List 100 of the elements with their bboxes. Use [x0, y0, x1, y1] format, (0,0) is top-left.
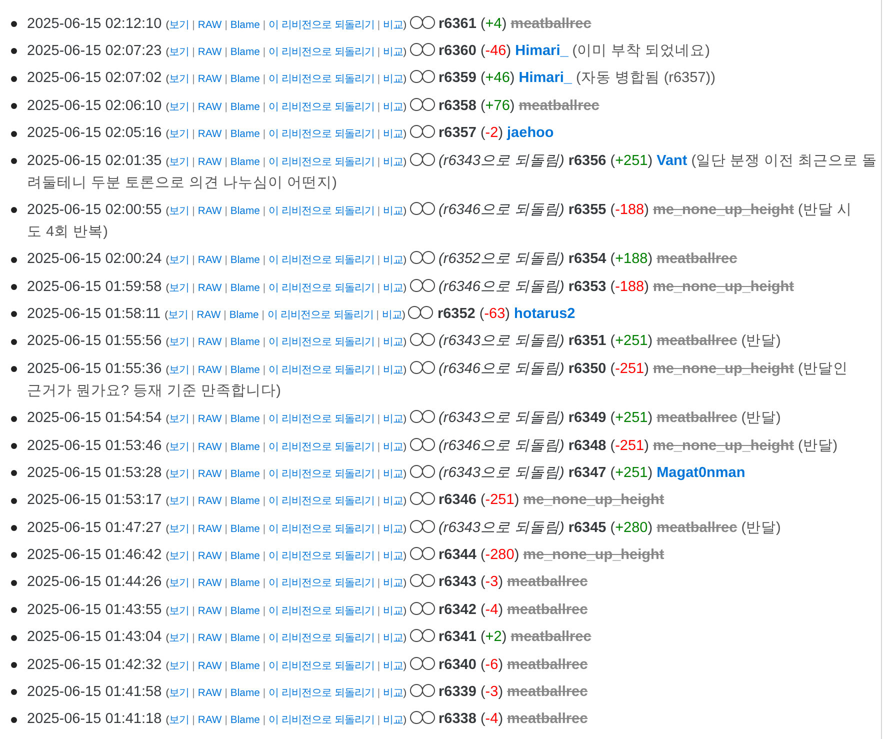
compare-radio[interactable] [410, 711, 423, 724]
revision-action-link[interactable]: 이 리비전으로 되돌리기 [268, 206, 374, 217]
revision-action-link[interactable]: RAW [198, 74, 222, 86]
revision-action-link[interactable]: 이 리비전으로 되돌리기 [268, 282, 374, 294]
revision-action-link[interactable]: 비교 [383, 660, 404, 672]
revision-action-link[interactable]: 이 리비전으로 되돌리기 [268, 633, 374, 644]
revision-action-link[interactable]: 이 리비전으로 되돌리기 [268, 524, 374, 535]
compare-radio[interactable] [410, 492, 423, 506]
revision-action-link[interactable]: 비교 [383, 715, 404, 726]
revision-action-link[interactable]: RAW [198, 496, 222, 508]
compare-radio[interactable] [410, 70, 423, 84]
compare-radio[interactable] [422, 360, 435, 374]
revision-action-link[interactable]: RAW [198, 282, 222, 294]
compare-radio[interactable] [422, 629, 435, 642]
revision-action-link[interactable]: 비교 [383, 255, 404, 266]
revision-action-link[interactable]: 비교 [383, 102, 404, 113]
revision-action-link[interactable]: 이 리비전으로 되돌리기 [268, 715, 374, 726]
revision-action-link[interactable]: 비교 [383, 364, 404, 376]
revision-action-link[interactable]: 이 리비전으로 되돌리기 [268, 442, 374, 453]
revision-action-link[interactable]: 보기 [169, 337, 190, 348]
compare-radio[interactable] [410, 251, 423, 264]
revision-action-link[interactable]: 보기 [169, 282, 190, 294]
revision-action-link[interactable]: 비교 [382, 310, 402, 322]
revision-action-link[interactable]: 이 리비전으로 되돌리기 [268, 156, 374, 168]
user-link[interactable]: meatballrec [510, 629, 592, 646]
user-link[interactable]: meatballrec [656, 520, 738, 536]
revision-action-link[interactable]: Blame [230, 660, 260, 672]
user-link[interactable]: meatballrec [656, 251, 738, 268]
revision-action-link[interactable]: Blame [230, 102, 260, 113]
compare-radio[interactable] [410, 410, 423, 424]
revision-action-link[interactable]: RAW [198, 468, 222, 480]
user-link[interactable]: me_none_up_height [652, 438, 794, 454]
revision-action-link[interactable]: 보기 [169, 468, 190, 480]
revision-action-link[interactable]: 보기 [169, 578, 190, 590]
revision-action-link[interactable]: 보기 [169, 524, 190, 535]
revision-action-link[interactable]: Blame [230, 282, 260, 294]
compare-radio[interactable] [422, 43, 435, 56]
revision-action-link[interactable]: 보기 [169, 551, 190, 562]
revision-action-link[interactable]: 이 리비전으로 되돌리기 [268, 364, 374, 376]
revision-action-link[interactable]: 이 리비전으로 되돌리기 [268, 47, 374, 58]
revision-action-link[interactable]: RAW [198, 364, 222, 376]
compare-radio[interactable] [410, 438, 423, 451]
revision-action-link[interactable]: 비교 [383, 282, 404, 294]
revision-action-link[interactable]: RAW [198, 578, 222, 590]
revision-action-link[interactable]: RAW [198, 206, 222, 217]
compare-radio[interactable] [422, 574, 435, 588]
user-link[interactable]: me_none_up_height [523, 492, 664, 508]
revision-action-link[interactable]: RAW [198, 633, 222, 644]
compare-radio[interactable] [410, 656, 423, 670]
compare-radio[interactable] [422, 547, 435, 560]
compare-radio[interactable] [410, 360, 423, 374]
revision-action-link[interactable]: 이 리비전으로 되돌리기 [268, 102, 374, 113]
revision-action-link[interactable]: 보기 [169, 414, 190, 426]
revision-action-link[interactable]: Blame [230, 129, 260, 140]
compare-radio[interactable] [410, 547, 423, 560]
revision-action-link[interactable]: RAW [198, 715, 222, 726]
user-link[interactable]: meatballrec [518, 98, 600, 114]
compare-radio[interactable] [410, 43, 423, 56]
revision-action-link[interactable]: 비교 [383, 606, 404, 617]
revision-action-link[interactable]: 보기 [169, 20, 190, 31]
revision-action-link[interactable]: RAW [198, 129, 222, 140]
compare-radio[interactable] [422, 438, 435, 451]
revision-action-link[interactable]: 보기 [169, 47, 190, 58]
revision-action-link[interactable]: Blame [230, 414, 260, 426]
revision-action-link[interactable]: 보기 [169, 156, 190, 168]
revision-action-link[interactable]: 비교 [383, 129, 404, 140]
revision-action-link[interactable]: 보기 [169, 442, 190, 453]
revision-action-link[interactable]: 이 리비전으로 되돌리기 [268, 414, 374, 426]
revision-action-link[interactable]: 이 리비전으로 되돌리기 [268, 337, 374, 348]
user-link[interactable]: meatballrec [656, 410, 738, 426]
revision-action-link[interactable]: RAW [198, 255, 222, 266]
compare-radio[interactable] [422, 520, 435, 533]
revision-action-link[interactable]: 비교 [383, 578, 404, 590]
revision-action-link[interactable]: 비교 [383, 442, 404, 453]
compare-radio[interactable] [422, 464, 435, 478]
user-link[interactable]: meatballrec [507, 574, 588, 590]
revision-action-link[interactable]: 이 리비전으로 되돌리기 [268, 310, 374, 322]
revision-action-link[interactable]: RAW [198, 414, 222, 426]
compare-radio[interactable] [410, 602, 423, 615]
revision-action-link[interactable]: RAW [198, 551, 222, 562]
revision-action-link[interactable]: 이 리비전으로 되돌리기 [268, 74, 374, 86]
compare-radio[interactable] [422, 492, 435, 506]
user-link[interactable]: hotarus2 [514, 306, 576, 322]
compare-radio[interactable] [410, 464, 423, 478]
revision-action-link[interactable]: 보기 [169, 715, 190, 726]
compare-radio[interactable] [422, 684, 435, 697]
revision-action-link[interactable]: 보기 [169, 688, 190, 699]
revision-action-link[interactable]: 보기 [169, 102, 190, 113]
compare-radio[interactable] [422, 656, 435, 670]
compare-radio[interactable] [422, 16, 435, 29]
user-link[interactable]: Vant [656, 152, 688, 169]
compare-radio[interactable] [410, 574, 423, 588]
user-link[interactable]: meatballrec [507, 711, 588, 728]
revision-action-link[interactable]: 이 리비전으로 되돌리기 [268, 468, 374, 480]
revision-action-link[interactable]: 이 리비전으로 되돌리기 [268, 660, 374, 672]
revision-action-link[interactable]: 비교 [383, 551, 404, 562]
revision-action-link[interactable]: 비교 [383, 414, 404, 426]
revision-action-link[interactable]: 보기 [169, 74, 190, 86]
revision-action-link[interactable]: 비교 [383, 633, 404, 644]
revision-action-link[interactable]: 비교 [383, 688, 404, 699]
